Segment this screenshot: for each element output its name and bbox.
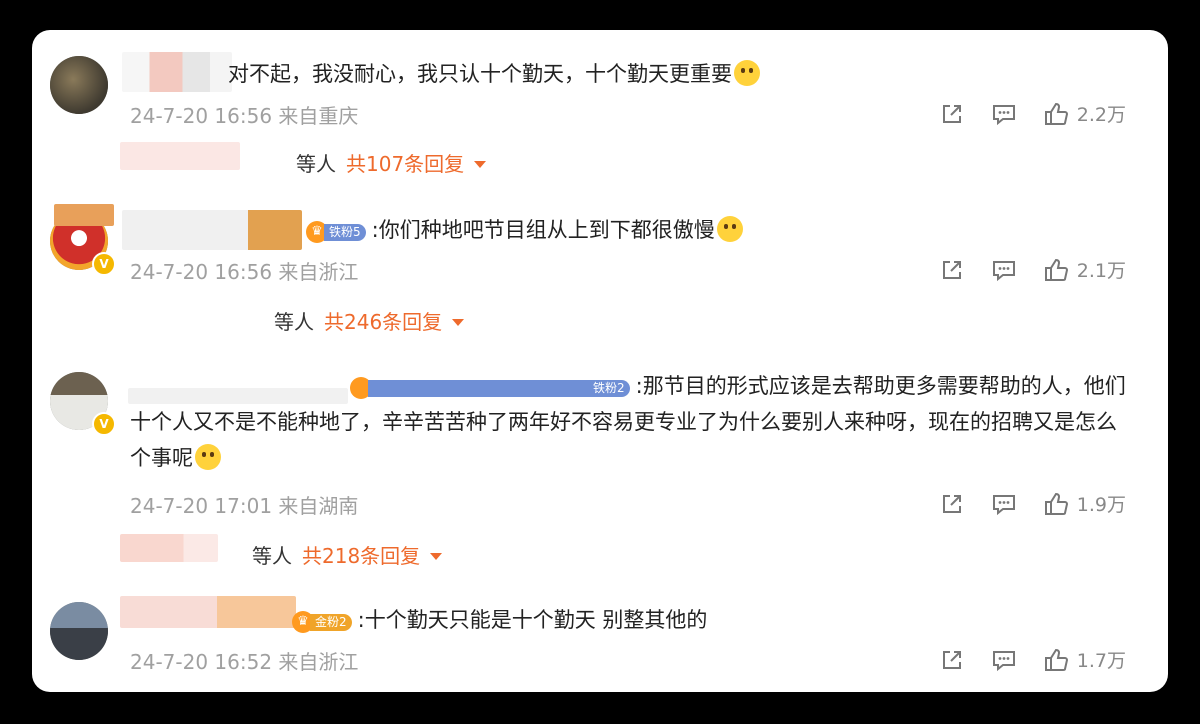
like-count: 1.9万 [1076, 494, 1126, 516]
comment-actions: 2.1万 [939, 256, 1126, 283]
comment-item: V ♛ 铁粉5:你们种地吧节目组从上到下都很傲慢 24-7-20 16:56 来自… [32, 190, 1168, 350]
comment-text: ♛ 铁粉5:你们种地吧节目组从上到下都很傲慢 [306, 212, 743, 248]
like-icon [1044, 492, 1068, 515]
comment-text: ♛ 金粉2:十个勤天只能是十个勤天 别整其他的 [292, 602, 707, 638]
comment-actions: 2.2万 [939, 100, 1126, 127]
redacted-username [122, 210, 302, 250]
comment-actions: 1.7万 [939, 646, 1126, 673]
replies-count: 共107条回复 [346, 152, 465, 176]
replies-toggle[interactable]: 等人 共218条回复 [252, 540, 443, 569]
share-icon[interactable] [939, 101, 965, 127]
replies-prefix: 等人 [252, 544, 292, 568]
emoji [195, 444, 221, 470]
comment-location: 来自湖南 [278, 494, 359, 518]
comment-text: 对不起，我没耐心，我只认十个勤天，十个勤天更重要 [228, 56, 760, 92]
like-count: 1.7万 [1076, 650, 1126, 672]
comment-meta: 24-7-20 16:56 来自重庆 [130, 100, 358, 129]
like-count: 2.2万 [1076, 104, 1126, 126]
comment-item: 对不起，我没耐心，我只认十个勤天，十个勤天更重要 24-7-20 16:56 来… [32, 30, 1168, 190]
like-button[interactable]: 2.1万 [1043, 256, 1126, 283]
like-button[interactable]: 2.2万 [1043, 100, 1126, 127]
fan-badge: ♛铁粉2 [350, 377, 630, 399]
replies-prefix: 等人 [274, 310, 314, 334]
replies-count: 共246条回复 [324, 310, 443, 334]
redacted-reply-names [120, 142, 240, 170]
comment-icon[interactable] [991, 257, 1017, 283]
comment-time: 24-7-20 16:52 [130, 650, 273, 674]
chevron-down-icon [430, 553, 443, 560]
chevron-down-icon [452, 319, 465, 326]
redacted-username [120, 596, 296, 628]
comment-item: ♛ 金粉2:十个勤天只能是十个勤天 别整其他的 24-7-20 16:52 来自浙… [32, 590, 1168, 692]
comment-text: ♛铁粉2:那节目的形式应该是去帮助更多需要帮助的人，他们十个人又不是不能种地了，… [130, 374, 1126, 470]
comment-time: 24-7-20 16:56 [130, 104, 273, 128]
comment-list: 对不起，我没耐心，我只认十个勤天，十个勤天更重要 24-7-20 16:56 来… [32, 30, 1168, 692]
like-button[interactable]: 1.7万 [1043, 646, 1126, 673]
replies-toggle[interactable]: 等人 共107条回复 [296, 148, 487, 177]
replies-count: 共218条回复 [302, 544, 421, 568]
share-icon[interactable] [939, 257, 965, 283]
emoji [716, 216, 743, 242]
avatar[interactable] [50, 56, 108, 114]
redacted-reply-names [120, 534, 218, 562]
verified-icon: V [92, 252, 116, 276]
comment-icon[interactable] [991, 491, 1017, 517]
comment-meta: 24-7-20 16:56 来自浙江 [130, 256, 358, 285]
share-icon[interactable] [939, 647, 965, 673]
comment-time: 24-7-20 16:56 [130, 260, 273, 284]
comment-meta: 24-7-20 16:52 来自浙江 [130, 646, 358, 675]
like-icon [1044, 102, 1068, 125]
comment-icon[interactable] [991, 647, 1017, 673]
share-icon[interactable] [939, 491, 965, 517]
replies-toggle[interactable]: 等人 共246条回复 [274, 306, 465, 335]
verified-icon: V [92, 412, 116, 436]
redacted-username [54, 204, 114, 226]
comment-location: 来自浙江 [278, 650, 359, 674]
replies-prefix: 等人 [296, 152, 336, 176]
comment-location: 来自重庆 [278, 104, 359, 128]
redacted-username [122, 52, 232, 92]
comment-meta: 24-7-20 17:01 来自湖南 [130, 490, 358, 519]
emoji [734, 60, 760, 86]
chevron-down-icon [474, 161, 487, 168]
comment-time: 24-7-20 17:01 [130, 494, 273, 518]
like-button[interactable]: 1.9万 [1043, 490, 1126, 517]
comment-location: 来自浙江 [278, 260, 359, 284]
like-icon [1044, 258, 1068, 281]
like-count: 2.1万 [1076, 260, 1126, 282]
like-icon [1044, 648, 1068, 671]
comment-item: V ♛铁粉2:那节目的形式应该是去帮助更多需要帮助的人，他们十个人又不是不能种地… [32, 350, 1168, 590]
fan-badge: ♛ 铁粉5 [306, 221, 366, 243]
fan-badge: ♛ 金粉2 [292, 611, 352, 633]
comment-actions: 1.9万 [939, 490, 1126, 517]
comment-icon[interactable] [991, 101, 1017, 127]
avatar[interactable] [50, 602, 108, 660]
